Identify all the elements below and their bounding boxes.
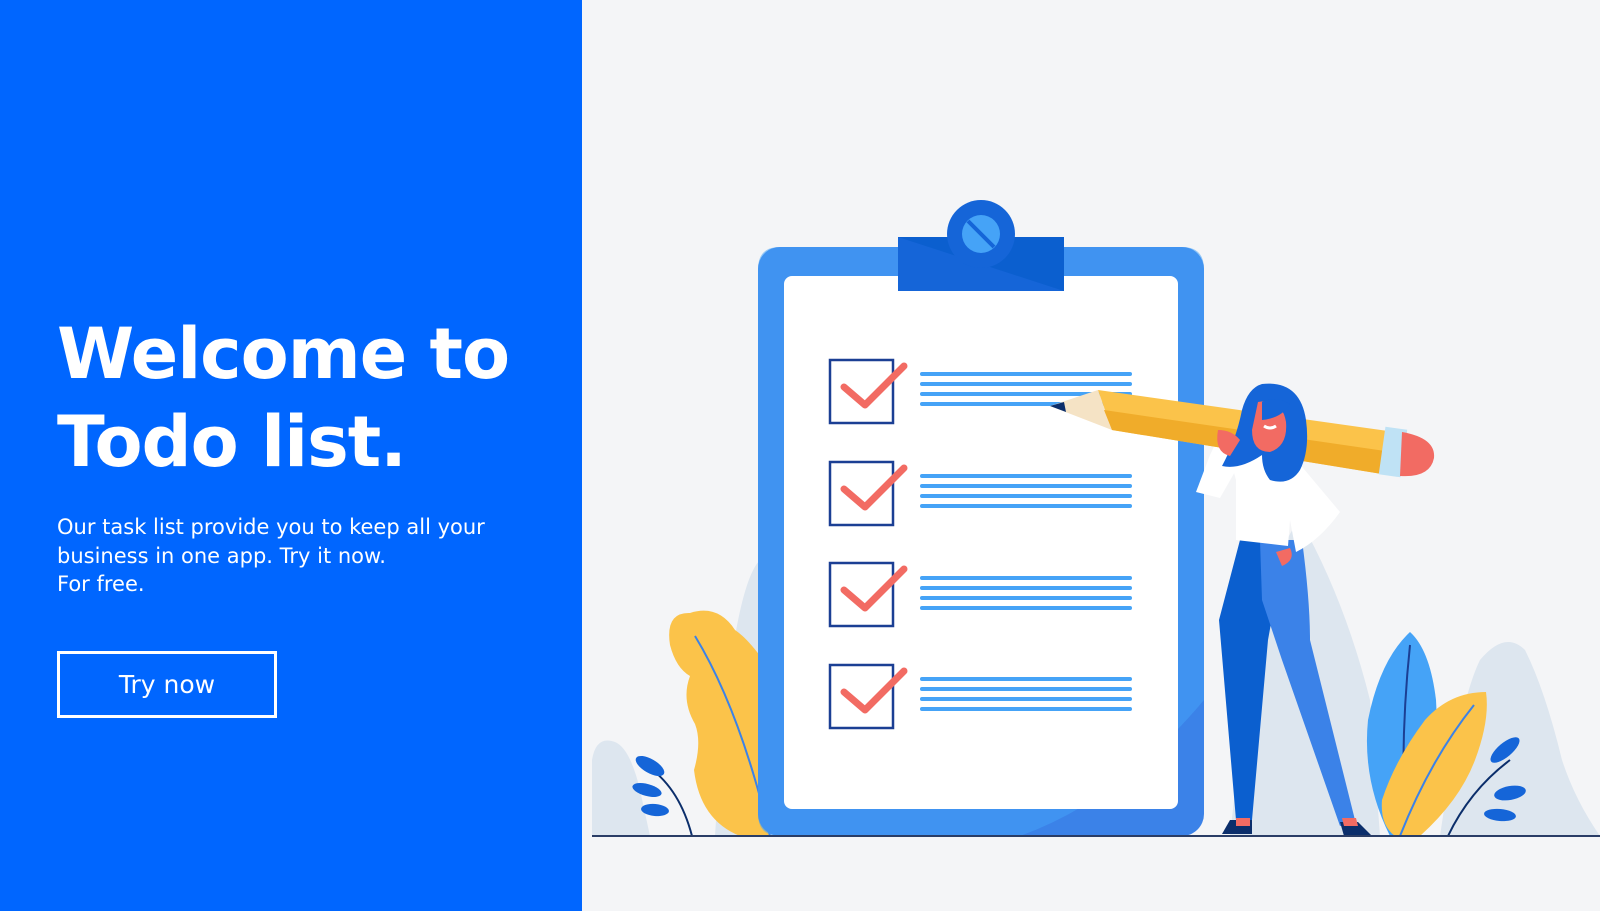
hero-description-line-3: For free. [57, 572, 145, 596]
hero-description-line-2: business in one app. Try it now. [57, 543, 386, 568]
try-now-button[interactable]: Try now [57, 651, 277, 718]
todo-illustration [592, 200, 1600, 837]
hero-panel: Welcome to Todo list. Our task list prov… [0, 0, 582, 911]
landing-page: Welcome to Todo list. Our task list prov… [0, 0, 1600, 911]
hero-title: Welcome to Todo list. [57, 310, 557, 486]
hero-title-line-2: Todo list. [57, 401, 407, 483]
hero-description: Our task list provide you to keep all yo… [57, 513, 537, 599]
hero-description-line-1: Our task list provide you to keep all yo… [57, 515, 485, 539]
hero-title-line-1: Welcome to [57, 313, 510, 395]
clipboard-icon [758, 200, 1204, 836]
